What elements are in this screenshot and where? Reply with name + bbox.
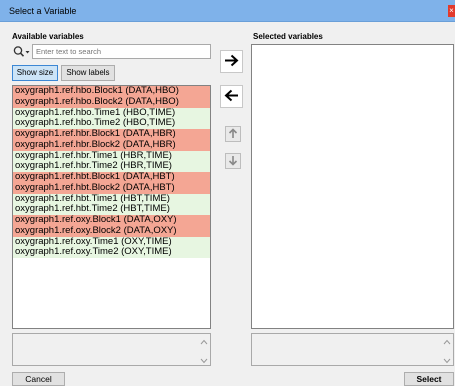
scroll-down-icon[interactable]	[200, 356, 208, 364]
arrow-down-icon	[228, 155, 238, 168]
remove-selected-button[interactable]	[220, 85, 243, 108]
search-input[interactable]	[32, 44, 211, 59]
list-item[interactable]: oxygraph1.ref.hbo.Time2 (HBO,TIME)	[13, 118, 210, 129]
select-button[interactable]: Select	[404, 372, 454, 386]
list-item[interactable]: oxygraph1.ref.hbr.Block2 (DATA,HBR)	[13, 139, 210, 151]
list-item[interactable]: oxygraph1.ref.hbt.Block2 (DATA,HBT)	[13, 182, 210, 194]
list-item[interactable]: oxygraph1.ref.oxy.Block1 (DATA,OXY)	[13, 215, 210, 226]
move-up-button[interactable]	[225, 126, 241, 142]
available-description-pane[interactable]	[12, 333, 211, 366]
scroll-down-icon[interactable]	[443, 356, 451, 364]
arrow-up-icon	[228, 127, 238, 141]
search-bar	[12, 44, 211, 59]
list-item[interactable]: oxygraph1.ref.hbt.Block1 (DATA,HBT)	[13, 172, 210, 183]
list-item[interactable]: oxygraph1.ref.hbr.Time2 (HBR,TIME)	[13, 161, 210, 172]
scroll-up-icon[interactable]	[443, 337, 451, 345]
list-item[interactable]: oxygraph1.ref.hbo.Block2 (DATA,HBO)	[13, 96, 210, 108]
available-variables-heading: Available variables	[12, 32, 84, 41]
add-selected-button[interactable]	[220, 50, 243, 73]
window-title: Select a Variable	[9, 6, 77, 16]
scroll-up-icon[interactable]	[200, 337, 208, 345]
list-item[interactable]: oxygraph1.ref.oxy.Time2 (OXY,TIME)	[13, 247, 210, 258]
list-item[interactable]: oxygraph1.ref.oxy.Block2 (DATA,OXY)	[13, 225, 210, 237]
title-bar: Select a Variable ×	[0, 0, 455, 22]
cancel-button[interactable]: Cancel	[12, 372, 65, 386]
arrow-left-icon	[224, 89, 239, 104]
selected-variables-heading: Selected variables	[253, 32, 323, 41]
selected-description-pane[interactable]	[251, 333, 454, 366]
list-item[interactable]: oxygraph1.ref.oxy.Time1 (OXY,TIME)	[13, 236, 210, 248]
close-icon[interactable]: ×	[448, 5, 455, 17]
show-labels-button[interactable]: Show labels	[61, 65, 115, 81]
available-variables-list[interactable]: oxygraph1.ref.hbo.Block1 (DATA,HBO) oxygr…	[12, 85, 211, 329]
list-item[interactable]: oxygraph1.ref.hbo.Block1 (DATA,HBO)	[13, 86, 210, 97]
list-item[interactable]: oxygraph1.ref.hbt.Time2 (HBT,TIME)	[13, 204, 210, 215]
show-size-button[interactable]: Show size	[12, 65, 58, 81]
search-icon[interactable]	[12, 44, 32, 59]
list-item[interactable]: oxygraph1.ref.hbt.Time1 (HBT,TIME)	[13, 193, 210, 205]
selected-variables-list[interactable]	[251, 44, 454, 329]
list-item[interactable]: oxygraph1.ref.hbo.Time1 (HBO,TIME)	[13, 107, 210, 119]
move-down-button[interactable]	[225, 153, 241, 169]
arrow-right-icon	[224, 54, 239, 69]
list-item[interactable]: oxygraph1.ref.hbr.Time1 (HBR,TIME)	[13, 150, 210, 162]
list-item[interactable]: oxygraph1.ref.hbr.Block1 (DATA,HBR)	[13, 129, 210, 140]
